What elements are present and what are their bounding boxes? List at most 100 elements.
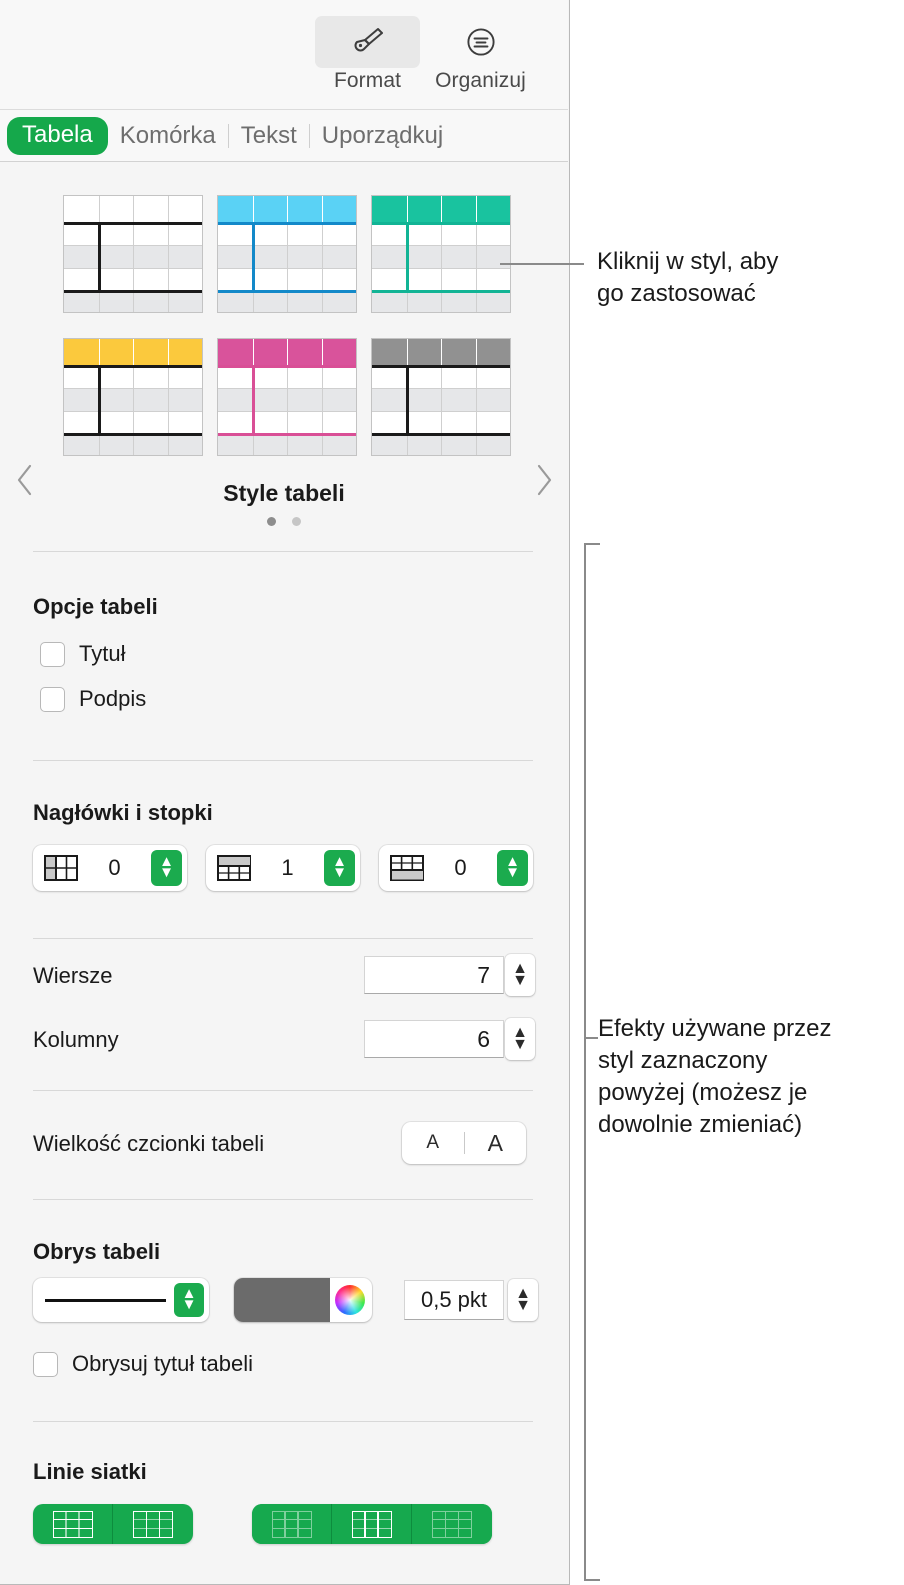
table-style-gallery: Style tabeli bbox=[0, 162, 568, 542]
checkbox-row-tytul[interactable]: Tytuł bbox=[40, 641, 125, 667]
checkbox-tytul-label: Tytuł bbox=[79, 641, 126, 666]
tab-tekst[interactable]: Tekst bbox=[229, 122, 309, 150]
stroke-style-select[interactable]: ▲ ▼ bbox=[33, 1278, 209, 1322]
callout-styles-text: Kliknij w styl, aby go zastosować bbox=[597, 246, 897, 310]
thumb-accent-vertical bbox=[98, 367, 101, 434]
gridline-footer-button[interactable] bbox=[412, 1504, 492, 1544]
grid-header-v-icon bbox=[351, 1510, 392, 1538]
gridline-header-v-button[interactable] bbox=[332, 1504, 412, 1544]
chevron-down-icon[interactable]: ▼ bbox=[512, 973, 528, 988]
footer-rows-stepper-arrows[interactable]: ▲ ▼ bbox=[497, 850, 528, 886]
tab-tabela[interactable]: Tabela bbox=[7, 116, 108, 155]
columns-stepper[interactable]: ▲ ▼ bbox=[505, 1018, 535, 1060]
rows-input[interactable]: 7 bbox=[364, 956, 504, 994]
gridlines-title: Linie siatki bbox=[33, 1459, 147, 1484]
callout-effects-line-4: dowolnie zmieniać) bbox=[598, 1110, 803, 1138]
arrange-icon bbox=[428, 16, 533, 68]
font-size-buttons[interactable]: A A bbox=[402, 1122, 526, 1164]
table-style-styl-rozowy[interactable] bbox=[217, 338, 357, 456]
section-divider bbox=[33, 1421, 533, 1422]
section-divider bbox=[33, 938, 533, 939]
format-button[interactable]: Format bbox=[315, 16, 420, 93]
thumb-accent-vertical bbox=[98, 224, 101, 291]
checkbox-obrysuj-tytul-label: Obrysuj tytuł tabeli bbox=[72, 1351, 253, 1376]
headers-footers-title: Nagłówki i stopki bbox=[33, 800, 213, 825]
stroke-width-stepper[interactable]: ▲ ▼ bbox=[508, 1279, 538, 1321]
table-style-styl-bialy[interactable] bbox=[63, 195, 203, 313]
headers-footers-controls: 0 ▲ ▼ 1 ▲ ▼ 0 ▲ ▼ bbox=[33, 845, 533, 891]
table-style-thumbnails bbox=[63, 195, 511, 456]
gridline-header-h-button[interactable] bbox=[252, 1504, 332, 1544]
page-dot-2[interactable] bbox=[292, 517, 301, 526]
section-divider bbox=[33, 1199, 533, 1200]
header-rows-value: 1 bbox=[281, 855, 294, 880]
thumb-accent-header-rule bbox=[218, 222, 356, 225]
rows-stepper[interactable]: ▲ ▼ bbox=[505, 954, 535, 996]
stroke-width-input[interactable]: 0,5 pkt bbox=[404, 1280, 504, 1320]
page-dot-1[interactable] bbox=[267, 517, 276, 526]
color-wheel-icon[interactable] bbox=[335, 1285, 365, 1315]
tab-komorka[interactable]: Komórka bbox=[108, 122, 228, 150]
chevron-down-icon[interactable]: ▼ bbox=[515, 1298, 531, 1313]
table-options-title: Opcje tabeli bbox=[33, 594, 158, 619]
checkbox-podpis[interactable] bbox=[40, 686, 65, 712]
gridline-vertical-button[interactable] bbox=[113, 1504, 193, 1544]
header-columns-value: 0 bbox=[108, 855, 121, 880]
thumb-accent-footer-rule bbox=[218, 290, 356, 293]
paintbrush-icon bbox=[315, 16, 420, 68]
checkbox-row-obrysuj-tytul[interactable]: Obrysuj tytuł tabeli bbox=[33, 1351, 253, 1377]
rows-label: Wiersze bbox=[33, 963, 113, 988]
thumb-accent-vertical bbox=[406, 367, 409, 434]
footer-rows-icon bbox=[390, 855, 424, 881]
callout-effects-line-1: Efekty używane przez bbox=[598, 1015, 832, 1042]
checkbox-podpis-label: Podpis bbox=[79, 686, 147, 711]
chevron-down-icon[interactable]: ▼ bbox=[332, 865, 347, 880]
organize-button-label: Organizuj bbox=[435, 69, 526, 92]
thumb-collines bbox=[64, 196, 202, 312]
thumb-accent-header-rule bbox=[372, 222, 510, 225]
header-columns-stepper[interactable]: 0 ▲ ▼ bbox=[33, 845, 187, 891]
header-columns-stepper-arrows[interactable]: ▲ ▼ bbox=[151, 850, 182, 886]
table-style-styl-zielony[interactable] bbox=[371, 195, 511, 313]
format-sidebar: Format Organizuj Tabela Komórka Tekst Up… bbox=[0, 0, 570, 1585]
thumb-accent-header-rule bbox=[218, 365, 356, 368]
header-rows-stepper[interactable]: 1 ▲ ▼ bbox=[206, 845, 360, 891]
footer-rows-stepper[interactable]: 0 ▲ ▼ bbox=[379, 845, 533, 891]
thumb-accent-footer-rule bbox=[218, 433, 356, 436]
table-style-styl-szary[interactable] bbox=[371, 338, 511, 456]
chevron-down-icon[interactable]: ▼ bbox=[159, 865, 174, 880]
sidebar-toolbar: Format Organizuj bbox=[0, 0, 568, 110]
thumb-collines bbox=[218, 196, 356, 312]
chevron-down-icon[interactable]: ▼ bbox=[505, 865, 520, 880]
font-size-decrease[interactable]: A bbox=[402, 1132, 464, 1154]
gridlines-group-a bbox=[33, 1504, 193, 1544]
stroke-color-swatch[interactable] bbox=[234, 1278, 330, 1322]
chevron-down-icon[interactable]: ▼ bbox=[512, 1037, 528, 1052]
tab-uporzadkuj[interactable]: Uporządkuj bbox=[310, 122, 455, 150]
table-outline-title: Obrys tabeli bbox=[33, 1239, 161, 1264]
columns-input[interactable]: 6 bbox=[364, 1020, 504, 1058]
table-style-styl-zolty[interactable] bbox=[63, 338, 203, 456]
callout-effects-text: Efekty używane przez styl zaznaczony pow… bbox=[598, 1013, 904, 1141]
thumb-collines bbox=[372, 339, 510, 455]
thumb-collines bbox=[372, 196, 510, 312]
stroke-style-stepper[interactable]: ▲ ▼ bbox=[174, 1283, 204, 1317]
thumb-accent-footer-rule bbox=[372, 290, 510, 293]
checkbox-row-podpis[interactable]: Podpis bbox=[40, 686, 146, 712]
stroke-color-well[interactable] bbox=[234, 1278, 372, 1322]
grid-footer-icon bbox=[432, 1510, 472, 1538]
checkbox-obrysuj-tytul[interactable] bbox=[33, 1351, 58, 1377]
checkbox-tytul[interactable] bbox=[40, 641, 65, 667]
organize-button[interactable]: Organizuj bbox=[428, 16, 533, 93]
grid-horizontal-icon bbox=[52, 1510, 93, 1538]
thumb-collines bbox=[218, 339, 356, 455]
callout-effects-line-2: styl zaznaczony bbox=[598, 1046, 768, 1074]
gallery-page-dots bbox=[0, 517, 568, 526]
font-size-increase[interactable]: A bbox=[465, 1130, 527, 1157]
table-style-styl-niebieski[interactable] bbox=[217, 195, 357, 313]
thumb-accent-footer-rule bbox=[64, 290, 202, 293]
gridline-horizontal-button[interactable] bbox=[33, 1504, 113, 1544]
footer-rows-value: 0 bbox=[454, 855, 467, 880]
chevron-down-icon[interactable]: ▼ bbox=[182, 1297, 197, 1312]
header-rows-stepper-arrows[interactable]: ▲ ▼ bbox=[324, 850, 355, 886]
